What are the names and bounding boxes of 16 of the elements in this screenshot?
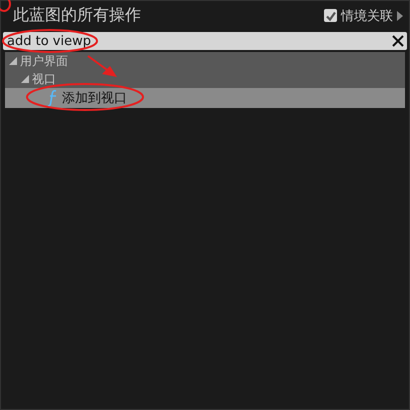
tree-item-label: 视口 [32, 70, 56, 88]
expand-arrow-icon[interactable] [397, 10, 403, 20]
panel-title: 此蓝图的所有操作 [13, 5, 141, 26]
annotation-arrow [87, 55, 117, 77]
tree-item[interactable]: 视口 [5, 70, 405, 88]
tree-item-label: 用户界面 [20, 52, 68, 70]
context-label: 情境关联 [341, 8, 393, 24]
tree-item[interactable]: 添加到视口 [5, 88, 405, 108]
function-icon [47, 89, 59, 107]
tree-item-label: 添加到视口 [62, 90, 127, 107]
expand-triangle-icon[interactable] [9, 57, 17, 65]
search-field[interactable]: add to viewp [3, 32, 407, 50]
tree-item[interactable]: 用户界面 [5, 52, 405, 70]
context-checkbox[interactable] [324, 9, 337, 22]
expand-triangle-icon[interactable] [21, 75, 29, 83]
clear-icon[interactable] [392, 35, 404, 47]
